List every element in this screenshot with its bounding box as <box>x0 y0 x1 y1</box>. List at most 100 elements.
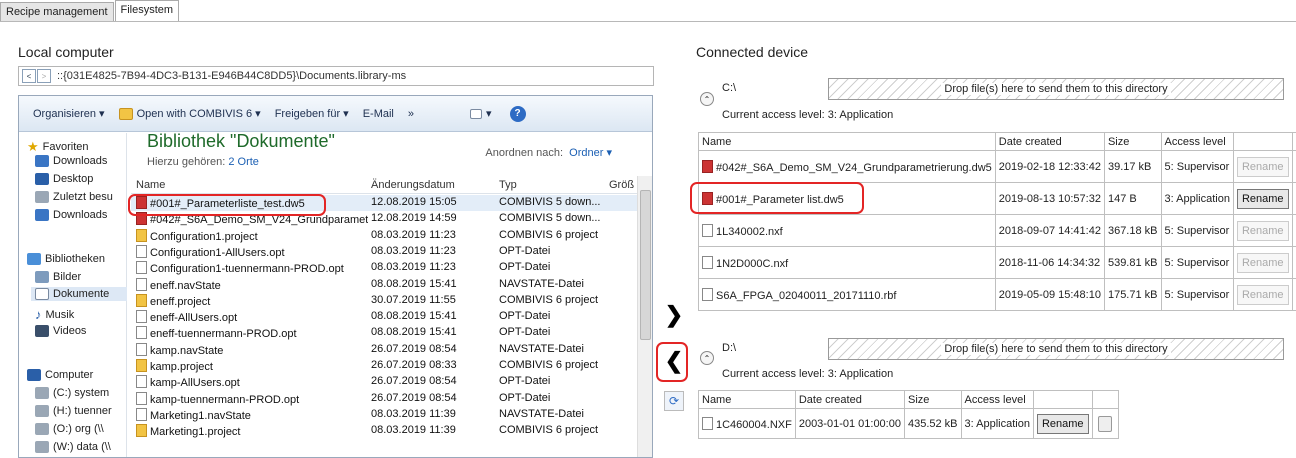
rename-cell: Rename <box>1232 182 1293 215</box>
nav-c-drive[interactable]: (C:) system <box>35 387 109 399</box>
nav-videos[interactable]: Videos <box>35 325 86 337</box>
tab-recipe-management[interactable]: Recipe management <box>0 2 114 22</box>
file-type: OPT-Datei <box>499 244 551 257</box>
file-row[interactable]: eneff.navState 08.08.2019 15:41 NAVSTATE-D… <box>131 277 639 293</box>
file-date: 08.03.2019 11:23 <box>371 228 456 241</box>
file-row[interactable]: Configuration1-AllUsers.opt 08.03.2019 11… <box>131 244 639 260</box>
forward-icon[interactable]: > <box>37 69 51 83</box>
nav-h-drive[interactable]: (H:) tuenner <box>35 405 112 417</box>
file-row[interactable]: Marketing1.navState 08.03.2019 11:39 NAVST… <box>131 407 639 423</box>
column-size[interactable]: Größ <box>609 179 634 191</box>
drive-d-access-level: Current access level: 3: Application <box>722 368 894 380</box>
arrange-dropdown[interactable]: Ordner ▾ <box>569 147 612 159</box>
column-name[interactable]: Name <box>698 390 796 409</box>
tab-filesystem[interactable]: Filesystem <box>114 0 180 22</box>
column-access[interactable]: Access level <box>960 390 1034 409</box>
file-icon <box>136 310 147 324</box>
rename-button[interactable]: Rename <box>1036 413 1089 434</box>
includes-label: Hierzu gehören: <box>147 156 226 168</box>
videos-icon <box>35 325 49 337</box>
file-row[interactable]: eneff.project 30.07.2019 11:55 COMBIVIS 6 … <box>131 293 639 309</box>
rename-button[interactable]: Rename <box>1236 220 1289 241</box>
nav-downloads[interactable]: Downloads <box>35 155 107 167</box>
help-button[interactable]: ? <box>509 105 526 122</box>
address-path[interactable]: ::{031E4825-7B94-4DC3-B131-E946B44C8DD5}… <box>57 70 406 82</box>
device-file-row[interactable]: 1L340002.nxf 2018-09-07 14:41:42 367.18 kB… <box>698 214 1296 247</box>
delete-trash-icon[interactable] <box>1098 415 1113 432</box>
address-bar[interactable]: < > ::{031E4825-7B94-4DC3-B131-E946B44C8… <box>18 66 654 86</box>
more-button[interactable]: » <box>408 108 414 120</box>
column-date[interactable]: Änderungsdatum <box>371 179 455 191</box>
nav-music[interactable]: ♪ Musik <box>35 307 74 322</box>
drive-d-dropzone[interactable]: Drop file(s) here to send them to this d… <box>828 338 1284 360</box>
file-name: eneff.navState <box>150 279 221 292</box>
email-button[interactable]: E-Mail <box>363 108 394 120</box>
nav-label: Desktop <box>53 173 94 185</box>
rename-button[interactable]: Rename <box>1236 284 1289 305</box>
device-file-size: 539.81 kB <box>1103 246 1162 279</box>
file-row[interactable]: Marketing1.project 08.03.2019 11:39 COMBIV… <box>131 423 639 439</box>
organize-button[interactable]: Organisieren ▾ <box>33 107 105 120</box>
rename-button[interactable]: Rename <box>1236 156 1289 177</box>
file-type: COMBIVIS 6 project <box>499 424 599 437</box>
file-name-cell: eneff.navState <box>136 277 368 292</box>
file-row[interactable]: Configuration1-tuennermann-PROD.opt 08.03… <box>131 260 639 276</box>
column-size[interactable]: Size <box>1103 132 1162 151</box>
file-row[interactable]: eneff-tuennermann-PROD.opt 08.08.2019 15:… <box>131 325 639 341</box>
recent-icon <box>35 191 49 203</box>
file-icon <box>136 326 147 340</box>
device-file-row[interactable]: 1C460004.NXF 2003-01-01 01:00:00 435.52 kB… <box>698 408 1119 439</box>
column-type[interactable]: Typ <box>499 179 517 191</box>
column-name[interactable]: Name <box>136 179 165 191</box>
nav-computer[interactable]: Computer <box>27 369 93 381</box>
includes-link[interactable]: 2 Orte <box>228 156 259 168</box>
column-access[interactable]: Access level <box>1160 132 1234 151</box>
refresh-button[interactable]: ⟳ <box>664 391 684 411</box>
column-name[interactable]: Name <box>698 132 996 151</box>
file-row[interactable]: kamp-tuennermann-PROD.opt 26.07.2019 08:5… <box>131 391 639 407</box>
open-with-button[interactable]: Open with COMBIVIS 6 ▾ <box>118 107 261 120</box>
drive-c-dropzone[interactable]: Drop file(s) here to send them to this d… <box>828 78 1284 100</box>
file-row[interactable]: kamp-AllUsers.opt 26.07.2019 08:54 OPT-Dat… <box>131 374 639 390</box>
rename-button[interactable]: Rename <box>1236 188 1289 209</box>
nav-favorites[interactable]: ★ Favoriten <box>27 139 89 155</box>
nav-recent[interactable]: Zuletzt besu <box>35 191 113 203</box>
nav-downloads-2[interactable]: Downloads <box>35 209 107 221</box>
library-title: Bibliothek "Dokumente" <box>147 131 335 151</box>
file-type: COMBIVIS 5 down... <box>499 196 601 208</box>
view-button[interactable]: ▾ <box>470 107 492 120</box>
back-icon[interactable]: < <box>22 69 36 83</box>
view-icon <box>470 108 482 119</box>
nav-label: (H:) tuenner <box>53 405 112 417</box>
nav-pictures[interactable]: Bilder <box>35 271 81 283</box>
file-row[interactable]: eneff-AllUsers.opt 08.08.2019 15:41 OPT-Da… <box>131 309 639 325</box>
column-date[interactable]: Date created <box>794 390 905 409</box>
collapse-c-icon[interactable]: ⌃ <box>700 92 714 106</box>
send-to-device-button[interactable]: ❯ <box>662 300 686 330</box>
column-date[interactable]: Date created <box>994 132 1105 151</box>
collapse-d-icon[interactable]: ⌃ <box>700 351 714 365</box>
nav-libraries[interactable]: Bibliotheken <box>27 253 105 265</box>
nav-documents[interactable]: Dokumente <box>31 287 127 301</box>
nav-desktop[interactable]: Desktop <box>35 173 93 185</box>
device-file-access: 3: Application <box>960 408 1034 439</box>
nav-w-drive[interactable]: (W:) data (\\ <box>35 441 111 453</box>
column-size[interactable]: Size <box>903 390 962 409</box>
file-date: 26.07.2019 08:54 <box>371 342 457 355</box>
device-file-name: 1N2D000C.nxf <box>716 257 789 270</box>
rename-cell: Rename <box>1032 408 1093 439</box>
scrollbar-thumb[interactable] <box>640 190 651 340</box>
nav-label: Downloads <box>53 209 108 221</box>
refresh-icon: ⟳ <box>668 394 680 408</box>
share-button[interactable]: Freigeben für ▾ <box>275 107 349 120</box>
file-row[interactable]: Configuration1.project 08.03.2019 11:23 CO… <box>131 228 639 244</box>
file-name: #042#_S6A_Demo_SM_V24_Grundparametri... <box>150 214 368 227</box>
device-file-row[interactable]: 1N2D000C.nxf 2018-11-06 14:34:32 539.81 kB… <box>698 246 1296 279</box>
nav-o-drive[interactable]: (O:) org (\\ <box>35 423 104 435</box>
rename-button[interactable]: Rename <box>1236 252 1289 273</box>
file-row[interactable]: kamp.project 26.07.2019 08:33 COMBIVIS 6 p… <box>131 358 639 374</box>
device-file-row[interactable]: S6A_FPGA_02040011_20171110.rbf 2019-05-09… <box>698 278 1296 311</box>
device-file-row[interactable]: #042#_S6A_Demo_SM_V24_Grundparametrierun… <box>698 150 1296 183</box>
file-row[interactable]: kamp.navState 26.07.2019 08:54 NAVSTATE-Da… <box>131 342 639 358</box>
file-list-scrollbar[interactable] <box>637 176 652 457</box>
